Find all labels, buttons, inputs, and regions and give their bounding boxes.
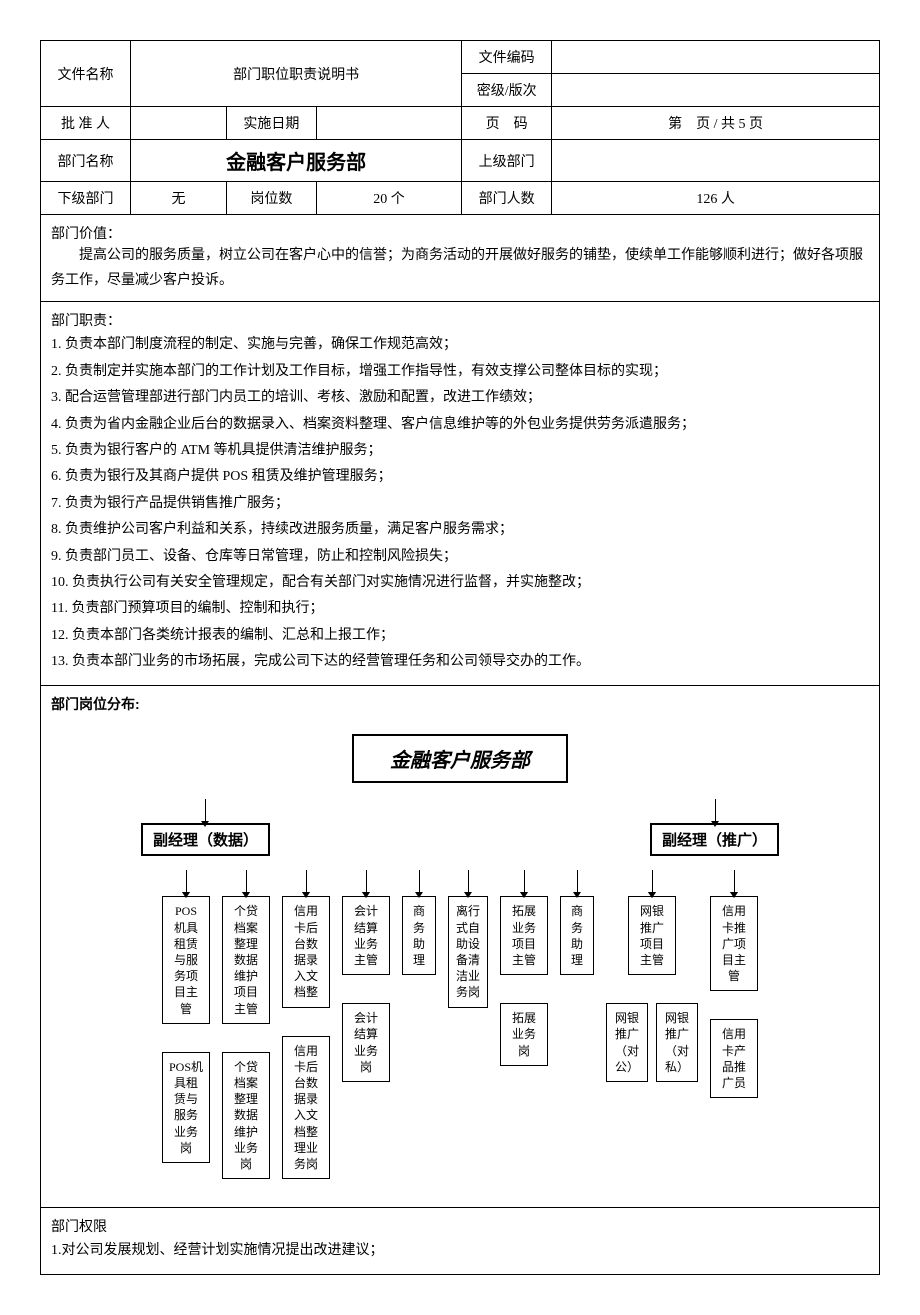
node-cc-data: 信用卡后台数据录入文档整 [282,896,330,1007]
resp-item: 12. 负责本部门各类统计报表的编制、汇总和上报工作； [51,625,869,647]
dept-name-value: 金融客户服务部 [131,140,462,182]
node-loan-staff: 个贷档案整理数据维护业务岗 [222,1052,270,1179]
node-cc-promo-staff: 信用卡产品推广员 [710,1019,758,1098]
org-section: 部门岗位分布: 金融客户服务部 副经理（数据） 副经理（推广） POS 机具租赁… [41,686,880,1208]
mgr-promo: 副经理（推广） [650,823,779,856]
node-expand-mgr: 拓展业务项目主管 [500,896,548,975]
dept-headcount-value: 126 人 [552,182,880,215]
subordinate-label: 下级部门 [41,182,131,215]
node-acct-staff: 会计结算业务岗 [342,1003,390,1082]
node-pos-mgr: POS 机具租赁与服务项目主管 [162,896,210,1023]
node-biz-assist-1: 商务助理 [402,896,436,975]
page-code-label: 页 码 [462,107,552,140]
file-code-value [552,41,880,74]
page-code-value: 第 页 / 共 5 页 [552,107,880,140]
resp-item: 1. 负责本部门制度流程的制定、实施与完善，确保工作规范高效； [51,334,869,356]
authority-list: 1.对公司发展规划、经营计划实施情况提出改进建议； [51,1240,869,1262]
resp-item: 3. 配合运营管理部进行部门内员工的培训、考核、激励和配置，改进工作绩效； [51,387,869,409]
node-ebank-mgr: 网银推广项目主管 [628,896,676,975]
node-pos-staff: POS机具租赁与服务业务岗 [162,1052,210,1163]
resp-item: 5. 负责为银行客户的 ATM 等机具提供清洁维护服务； [51,440,869,462]
approver-value [131,107,227,140]
secrecy-value [552,74,880,107]
node-ebank-priv: 网银推广（对私） [656,1003,698,1082]
org-heading: 部门岗位分布: [51,694,869,714]
resp-item: 13. 负责本部门业务的市场拓展，完成公司下达的经营管理任务和公司领导交办的工作… [51,651,869,673]
node-biz-assist-2: 商务助理 [560,896,594,975]
resp-item: 4. 负责为省内金融企业后台的数据录入、档案资料整理、客户信息维护等的外包业务提… [51,414,869,436]
node-cc-data-staff: 信用卡后台数据录入文档整理业务岗 [282,1036,330,1180]
file-code-label: 文件编码 [462,41,552,74]
value-section: 部门价值： 提高公司的服务质量，树立公司在客户心中的信誉；为商务活动的开展做好服… [41,215,880,302]
superior-value [552,140,880,182]
position-count-value: 20 个 [316,182,461,215]
resp-item: 2. 负责制定并实施本部门的工作计划及工作目标，增强工作指导性，有效支撑公司整体… [51,361,869,383]
authority-section: 部门权限 1.对公司发展规划、经营计划实施情况提出改进建议； [41,1208,880,1275]
file-name-value: 部门职位职责说明书 [131,41,462,107]
responsibilities-list: 1. 负责本部门制度流程的制定、实施与完善，确保工作规范高效； 2. 负责制定并… [51,334,869,673]
resp-item: 8. 负责维护公司客户利益和关系，持续改进服务质量，满足客户服务需求； [51,519,869,541]
dept-name-label: 部门名称 [41,140,131,182]
superior-label: 上级部门 [462,140,552,182]
subordinate-value: 无 [131,182,227,215]
mgr-data: 副经理（数据） [141,823,270,856]
authority-heading: 部门权限 [51,1216,869,1236]
node-cc-promo-mgr: 信用卡推广项目主管 [710,896,758,991]
org-root: 金融客户服务部 [352,734,568,783]
value-heading: 部门价值： [51,223,869,243]
resp-item: 11. 负责部门预算项目的编制、控制和执行； [51,598,869,620]
approver-label: 批 准 人 [41,107,131,140]
dept-headcount-label: 部门人数 [462,182,552,215]
resp-item: 9. 负责部门员工、设备、仓库等日常管理，防止和控制风险损失； [51,546,869,568]
resp-item: 6. 负责为银行及其商户提供 POS 租赁及维护管理服务； [51,466,869,488]
document-table: 文件名称 部门职位职责说明书 文件编码 密级/版次 批 准 人 实施日期 页 码… [40,40,880,1275]
node-loan-mgr: 个贷档案整理数据维护项目主管 [222,896,270,1023]
impl-date-value [316,107,461,140]
secrecy-label: 密级/版次 [462,74,552,107]
resp-item: 10. 负责执行公司有关安全管理规定，配合有关部门对实施情况进行监督，并实施整改… [51,572,869,594]
file-name-label: 文件名称 [41,41,131,107]
value-body: 提高公司的服务质量，树立公司在客户心中的信誉；为商务活动的开展做好服务的铺垫，使… [51,243,869,293]
node-offsite-clean: 离行式自助设备清洁业务岗 [448,896,488,1007]
impl-date-label: 实施日期 [226,107,316,140]
position-count-label: 岗位数 [226,182,316,215]
resp-item: 7. 负责为银行产品提供销售推广服务； [51,493,869,515]
authority-item: 1.对公司发展规划、经营计划实施情况提出改进建议； [51,1240,869,1262]
responsibilities-section: 部门职责： 1. 负责本部门制度流程的制定、实施与完善，确保工作规范高效； 2.… [41,302,880,686]
org-chart: 金融客户服务部 副经理（数据） 副经理（推广） POS 机具租赁与服务项目主管 … [51,724,869,1189]
node-ebank-corp: 网银推广（对公） [606,1003,648,1082]
node-expand-staff: 拓展业务岗 [500,1003,548,1066]
responsibilities-heading: 部门职责： [51,310,869,330]
node-acct-mgr: 会计结算业务主管 [342,896,390,975]
